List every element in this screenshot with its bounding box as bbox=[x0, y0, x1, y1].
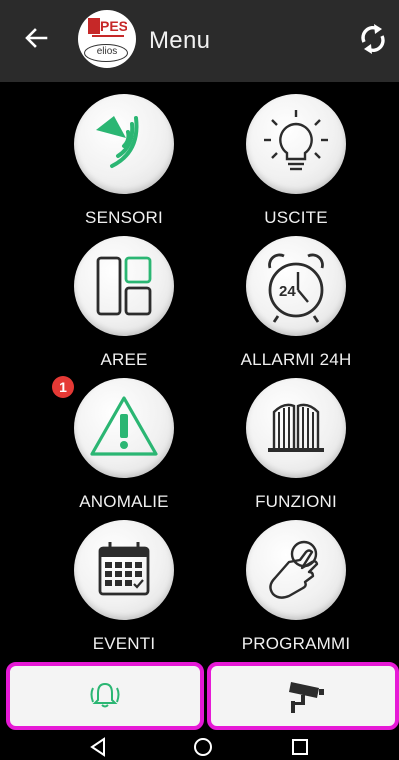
tile-eventi[interactable]: EVENTI bbox=[42, 520, 202, 660]
programmi-tile-circle bbox=[246, 520, 346, 620]
nav-recents-icon[interactable] bbox=[290, 736, 310, 758]
bottom-action-bar bbox=[0, 658, 399, 736]
tile-allarmi-24h[interactable]: 24 ALLARMI 24H bbox=[214, 236, 374, 376]
tile-uscite[interactable]: USCITE bbox=[214, 94, 374, 234]
uscite-tile-circle bbox=[246, 94, 346, 194]
app-bar: PESS elios Menu bbox=[0, 0, 399, 82]
tile-sensori[interactable]: SENSORI bbox=[42, 94, 202, 234]
sensor-tile-circle bbox=[74, 94, 174, 194]
calendar-icon bbox=[98, 542, 150, 596]
warning-icon bbox=[90, 396, 158, 456]
logo-text: PESS bbox=[100, 18, 127, 34]
tile-label: AREE bbox=[100, 350, 148, 369]
nav-back-icon[interactable] bbox=[88, 736, 108, 758]
lightbulb-icon bbox=[264, 110, 328, 171]
alarm-bell-icon bbox=[90, 682, 120, 708]
tile-label: ANOMALIE bbox=[79, 492, 169, 511]
anomalie-tile-circle bbox=[74, 378, 174, 478]
tile-label: FUNZIONI bbox=[255, 492, 337, 511]
page-title: Menu bbox=[149, 27, 211, 54]
eventi-tile-circle bbox=[74, 520, 174, 620]
back-arrow-icon[interactable] bbox=[22, 24, 50, 52]
security-camera-icon bbox=[289, 682, 324, 713]
camera-button[interactable] bbox=[207, 662, 399, 730]
aree-tile-circle bbox=[74, 236, 174, 336]
tile-label: SENSORI bbox=[85, 208, 163, 227]
tile-programmi[interactable]: PROGRAMMI bbox=[214, 520, 374, 660]
brand-logo: PESS elios bbox=[78, 10, 136, 68]
tile-anomalie[interactable]: 1 ANOMALIE bbox=[42, 376, 202, 518]
sync-icon[interactable] bbox=[358, 22, 388, 56]
alarm-button[interactable] bbox=[6, 662, 204, 730]
tile-aree[interactable]: AREE bbox=[42, 236, 202, 376]
allarmi-tile-circle: 24 bbox=[246, 236, 346, 336]
funzioni-tile-circle bbox=[246, 378, 346, 478]
tile-label: EVENTI bbox=[92, 634, 156, 653]
tile-label: ALLARMI 24H bbox=[240, 350, 352, 369]
tile-label: PROGRAMMI bbox=[241, 634, 351, 653]
alarm-clock-24h-icon: 24 bbox=[268, 253, 324, 323]
touch-hand-icon bbox=[269, 540, 319, 599]
system-navigation-bar bbox=[0, 734, 399, 760]
logo-subtitle: elios bbox=[96, 46, 118, 57]
gate-icon bbox=[268, 403, 324, 452]
pess-logo-mark-icon: PESS bbox=[88, 18, 127, 37]
tile-funzioni[interactable]: FUNZIONI bbox=[214, 378, 374, 518]
clock-24-text: 24 bbox=[279, 283, 296, 300]
areas-icon bbox=[96, 256, 152, 316]
sensor-icon bbox=[96, 116, 139, 168]
notification-badge: 1 bbox=[52, 376, 74, 398]
tile-label: USCITE bbox=[264, 208, 328, 227]
nav-home-icon[interactable] bbox=[192, 736, 214, 758]
